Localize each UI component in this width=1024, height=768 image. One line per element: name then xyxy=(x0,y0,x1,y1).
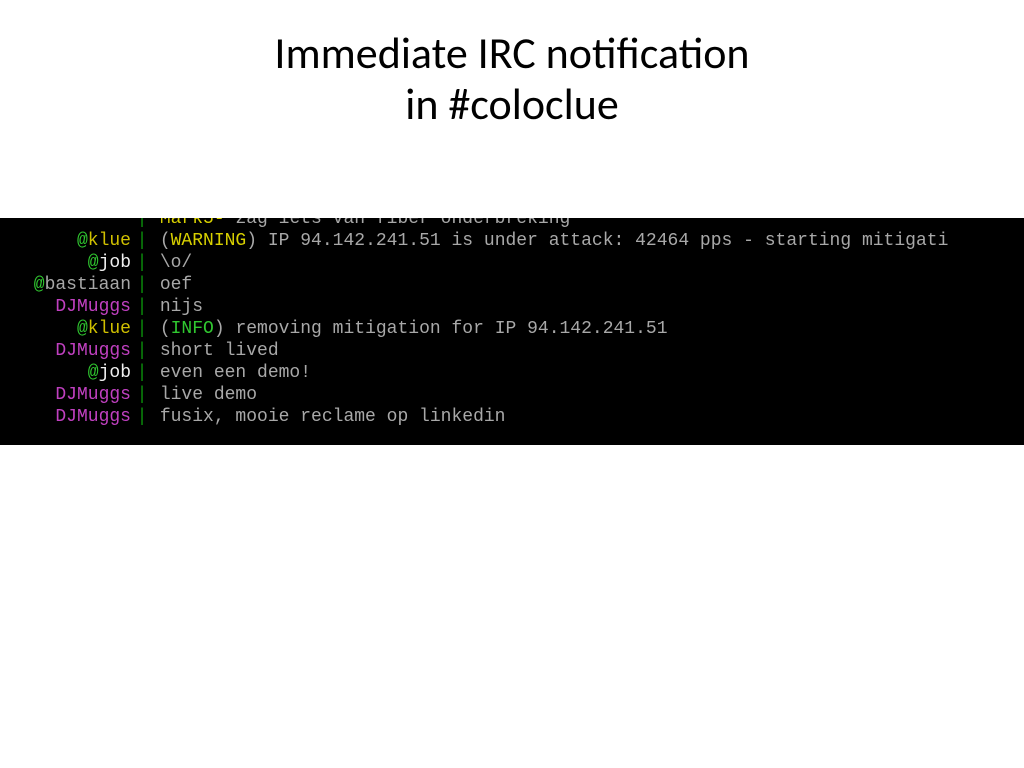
irc-nick-prefix: @ xyxy=(77,319,88,339)
irc-row: @job| \o/ xyxy=(0,252,1024,274)
irc-nick: @job xyxy=(0,362,135,384)
irc-separator: | xyxy=(135,296,149,318)
irc-message-segment: live demo xyxy=(160,385,257,405)
irc-nick: DJMuggs xyxy=(0,406,135,428)
irc-message-segment: ) removing mitigation for IP 94.142.241.… xyxy=(214,319,668,339)
irc-message: fusix, mooie reclame op linkedin xyxy=(149,406,1024,428)
irc-message-segment: INFO xyxy=(171,319,214,339)
irc-separator: | xyxy=(135,318,149,340)
irc-separator: | xyxy=(135,406,149,428)
irc-row: @bastiaan| oef xyxy=(0,274,1024,296)
irc-nick: * xyxy=(0,218,135,230)
irc-separator: | xyxy=(135,340,149,362)
irc-message: (INFO) removing mitigation for IP 94.142… xyxy=(149,318,1024,340)
irc-message: even een demo! xyxy=(149,362,1024,384)
irc-nick-name: DJMuggs xyxy=(55,341,131,361)
irc-row: DJMuggs| short lived xyxy=(0,340,1024,362)
irc-message-segment: ) IP 94.142.241.51 is under attack: 4246… xyxy=(246,231,948,251)
irc-nick-prefix: * xyxy=(120,218,131,229)
irc-nick-prefix: @ xyxy=(34,275,45,295)
irc-nick: @bastiaan xyxy=(0,274,135,296)
irc-message: live demo xyxy=(149,384,1024,406)
irc-separator: | xyxy=(135,218,149,230)
irc-row: DJMuggs| nijs xyxy=(0,296,1024,318)
irc-message-segment: \o/ xyxy=(160,253,192,273)
irc-separator: | xyxy=(135,230,149,252)
irc-message: short lived xyxy=(149,340,1024,362)
irc-message-segment: nijs xyxy=(160,297,203,317)
irc-message-segment: WARNING xyxy=(171,231,247,251)
irc-nick-name: klue xyxy=(88,231,131,251)
irc-message-segment: short lived xyxy=(160,341,279,361)
irc-message: (WARNING) IP 94.142.241.51 is under atta… xyxy=(149,230,1024,252)
irc-separator: | xyxy=(135,362,149,384)
irc-nick-name: bastiaan xyxy=(45,275,131,295)
irc-message: \o/ xyxy=(149,252,1024,274)
irc-message-segment: ( xyxy=(160,319,171,339)
title-line-1: Immediate IRC notification xyxy=(0,28,1024,79)
irc-nick: @klue xyxy=(0,230,135,252)
irc-nick-name: job xyxy=(99,363,131,383)
irc-separator: | xyxy=(135,274,149,296)
irc-message-segment: ( xyxy=(160,231,171,251)
irc-nick: @klue xyxy=(0,318,135,340)
irc-nick-prefix: @ xyxy=(77,231,88,251)
irc-row: @job| even een demo! xyxy=(0,362,1024,384)
irc-message: oef xyxy=(149,274,1024,296)
irc-log-pane: * | Mark5- zag iets van fiber onderbrekin… xyxy=(0,218,1024,445)
irc-message-segment: fusix, mooie reclame op linkedin xyxy=(160,407,506,427)
irc-nick-name: DJMuggs xyxy=(55,297,131,317)
irc-nick: @job xyxy=(0,252,135,274)
irc-row: DJMuggs| fusix, mooie reclame op linkedi… xyxy=(0,406,1024,428)
irc-nick: DJMuggs xyxy=(0,296,135,318)
irc-message: Mark5- zag iets van fiber onderbreking xyxy=(149,218,1024,230)
irc-nick: DJMuggs xyxy=(0,340,135,362)
irc-nick-name: DJMuggs xyxy=(55,407,131,427)
title-line-2: in #coloclue xyxy=(0,79,1024,130)
irc-nick: DJMuggs xyxy=(0,384,135,406)
irc-message-segment: zag iets van fiber onderbreking xyxy=(235,218,570,229)
irc-nick-name: DJMuggs xyxy=(55,385,131,405)
irc-row: @klue| (INFO) removing mitigation for IP… xyxy=(0,318,1024,340)
irc-nick-name: job xyxy=(99,253,131,273)
irc-row: @klue| (WARNING) IP 94.142.241.51 is und… xyxy=(0,230,1024,252)
irc-nick-prefix: @ xyxy=(88,253,99,273)
irc-message-segment: Mark5- xyxy=(160,218,236,229)
irc-nick-name: klue xyxy=(88,319,131,339)
irc-message: nijs xyxy=(149,296,1024,318)
irc-separator: | xyxy=(135,384,149,406)
irc-separator: | xyxy=(135,252,149,274)
irc-message-segment: even een demo! xyxy=(160,363,311,383)
irc-row: * | Mark5- zag iets van fiber onderbrekin… xyxy=(0,218,1024,230)
irc-row: DJMuggs| live demo xyxy=(0,384,1024,406)
slide-title: Immediate IRC notification in #coloclue xyxy=(0,28,1024,129)
irc-message-segment: oef xyxy=(160,275,192,295)
irc-nick-prefix: @ xyxy=(88,363,99,383)
